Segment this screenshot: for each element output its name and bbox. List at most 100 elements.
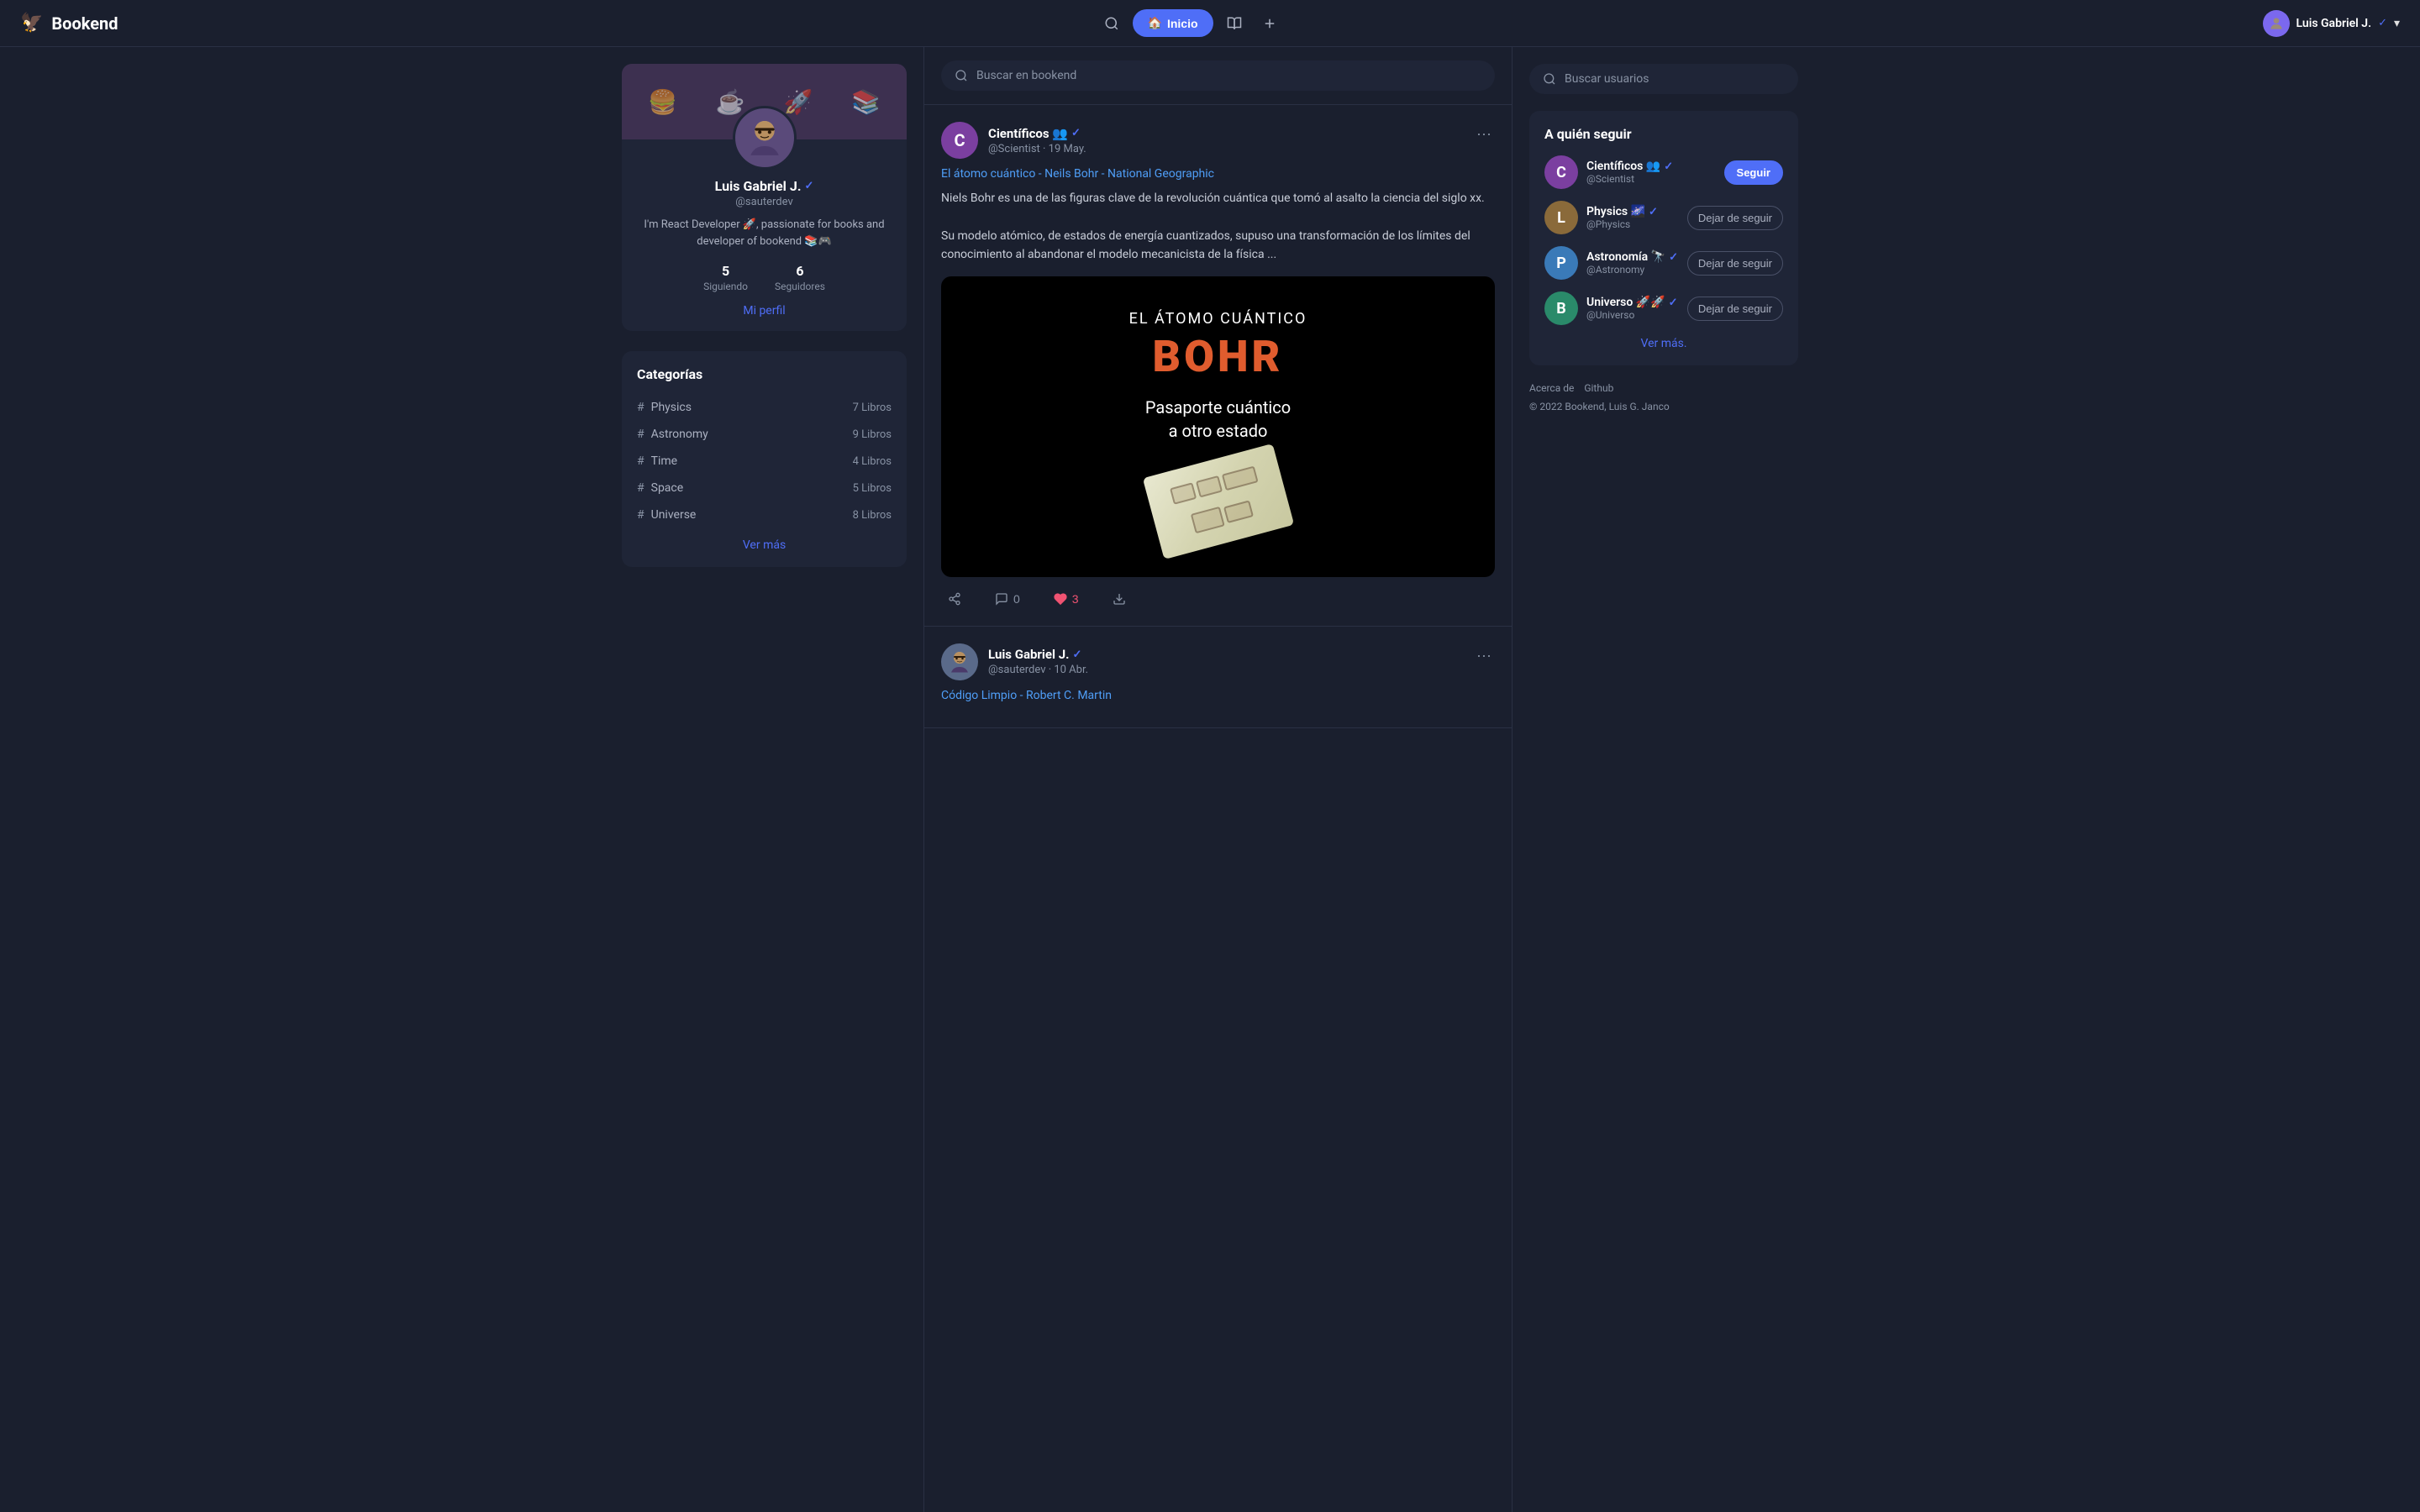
search-nav-button[interactable] — [1097, 9, 1126, 38]
post-verified-1: ✓ — [1071, 127, 1081, 139]
profile-card: 🍔 ☕ 🚀 📚 — [622, 64, 907, 331]
category-physics[interactable]: # Physics 7 Libros — [637, 394, 892, 421]
left-sidebar: 🍔 ☕ 🚀 📚 — [605, 47, 924, 1512]
post-text-1: Niels Bohr es una de las figuras clave d… — [941, 189, 1495, 265]
profile-avatar-wrapper — [733, 106, 797, 170]
category-universe[interactable]: # Universe 8 Libros — [637, 501, 892, 528]
profile-handle: @sauterdev — [635, 196, 893, 208]
follow-item-astronomy: P Astronomía 🔭 ✓ @Astronomy Dejar de seg… — [1544, 246, 1783, 280]
follow-verified-4: ✓ — [1669, 297, 1678, 309]
comment-count-1: 0 — [1013, 592, 1020, 606]
follow-item-universo: B Universo 🚀🚀 ✓ @Universo Dejar de segui… — [1544, 291, 1783, 325]
category-count: 5 Libros — [853, 482, 892, 495]
like-button-1[interactable]: 3 — [1047, 589, 1086, 609]
home-nav-button[interactable]: 🏠 Inicio — [1133, 9, 1213, 37]
feed-search-input-wrapper[interactable]: Buscar en bookend — [941, 60, 1495, 91]
heart-icon — [1054, 592, 1067, 606]
follow-verified-2: ✓ — [1649, 206, 1658, 218]
nav-verified-badge: ✓ — [2378, 17, 2387, 29]
center-feed: Buscar en bookend C Científicos 👥 ✓ @Sci… — [924, 47, 1512, 1512]
right-search-icon — [1543, 72, 1556, 86]
profile-verified-badge: ✓ — [804, 180, 813, 192]
profile-bio: I'm React Developer 🚀, passionate for bo… — [635, 217, 893, 249]
post-avatar-1: C — [941, 122, 978, 159]
library-nav-button[interactable] — [1220, 9, 1249, 38]
add-nav-button[interactable] — [1255, 9, 1284, 38]
category-name: Time — [651, 454, 677, 468]
post-meta-1: @Scientist · 19 May. — [988, 143, 1086, 155]
follow-handle-physics: @Physics — [1586, 218, 1679, 230]
download-button-1[interactable] — [1106, 589, 1133, 609]
post-card-1: C Científicos 👥 ✓ @Scientist · 19 May. ·… — [924, 105, 1512, 627]
following-count: 5 — [703, 263, 748, 279]
post-more-button-2[interactable]: ··· — [1473, 643, 1495, 668]
follow-ver-mas[interactable]: Ver más. — [1544, 337, 1783, 350]
category-name: Astronomy — [651, 428, 708, 441]
unfollow-button-universo[interactable]: Dejar de seguir — [1687, 297, 1783, 321]
follow-avatar-cientificos: C — [1544, 155, 1578, 189]
hash-icon: # — [637, 454, 644, 468]
follow-verified-1: ✓ — [1664, 160, 1673, 173]
user-menu[interactable]: Luis Gabriel J. ✓ ▾ — [2263, 10, 2400, 37]
nav-chevron-icon: ▾ — [2394, 17, 2400, 30]
post-header-1: C Científicos 👥 ✓ @Scientist · 19 May. ·… — [941, 122, 1495, 159]
follow-item-cientificos: C Científicos 👥 ✓ @Scientist Seguir — [1544, 155, 1783, 189]
profile-link[interactable]: Mi perfil — [635, 304, 893, 318]
profile-stats: 5 Siguiendo 6 Seguidores — [635, 263, 893, 292]
post-actions-1: 0 3 — [941, 589, 1495, 609]
hash-icon: # — [637, 508, 644, 522]
category-count: 9 Libros — [853, 428, 892, 441]
follow-name-universo: Universo 🚀🚀 ✓ — [1586, 296, 1679, 309]
followers-stat: 6 Seguidores — [775, 263, 825, 292]
right-sidebar: Buscar usuarios A quién seguir C Científ… — [1512, 47, 1815, 1512]
share-button-1[interactable] — [941, 589, 968, 609]
category-time[interactable]: # Time 4 Libros — [637, 448, 892, 475]
post-link-1[interactable]: El átomo cuántico - Neils Bohr - Nationa… — [941, 167, 1495, 181]
post-author-name-2: Luis Gabriel J. ✓ — [988, 647, 1088, 662]
right-search-bar[interactable]: Buscar usuarios — [1529, 64, 1798, 94]
footer-link-github[interactable]: Github — [1584, 382, 1613, 394]
followers-label: Seguidores — [775, 281, 825, 292]
following-label: Siguiendo — [703, 281, 748, 292]
post-link-2[interactable]: Código Limpio - Robert C. Martin — [941, 689, 1495, 702]
like-count-1: 3 — [1072, 592, 1079, 606]
follow-section: A quién seguir C Científicos 👥 ✓ @Scient… — [1529, 111, 1798, 365]
comment-button-1[interactable]: 0 — [988, 589, 1027, 609]
category-count: 7 Libros — [853, 402, 892, 414]
post-avatar-2 — [941, 643, 978, 680]
app-name: Bookend — [51, 13, 118, 34]
bohr-title-small: EL ÁTOMO CUÁNTICO — [1129, 310, 1307, 328]
right-search-placeholder: Buscar usuarios — [1565, 72, 1649, 86]
hash-icon: # — [637, 401, 644, 414]
top-navigation: 🦅 Bookend 🏠 Inicio Luis Gabriel J. ✓ ▾ — [0, 0, 2420, 47]
category-count: 8 Libros — [853, 509, 892, 522]
follow-avatar-physics: L — [1544, 201, 1578, 234]
footer-copyright: © 2022 Bookend, Luis G. Janco — [1529, 401, 1798, 412]
follow-button-cientificos[interactable]: Seguir — [1724, 160, 1783, 185]
unfollow-button-astronomy[interactable]: Dejar de seguir — [1687, 251, 1783, 276]
post-header-2: Luis Gabriel J. ✓ @sauterdev · 10 Abr. ·… — [941, 643, 1495, 680]
post-more-button-1[interactable]: ··· — [1473, 122, 1495, 146]
post-image-1: EL ÁTOMO CUÁNTICO BOHR Pasaporte cuántic… — [941, 276, 1495, 577]
nav-logo: 🦅 Bookend — [20, 13, 118, 34]
comment-icon — [995, 592, 1008, 606]
feed-search-placeholder: Buscar en bookend — [976, 69, 1076, 82]
category-space[interactable]: # Space 5 Libros — [637, 475, 892, 501]
follow-item-physics: L Physics 🌌 ✓ @Physics Dejar de seguir — [1544, 201, 1783, 234]
category-name: Physics — [651, 401, 692, 414]
categories-section: Categorías # Physics 7 Libros # Astronom… — [622, 351, 907, 567]
footer-links: Acerca de Github — [1529, 382, 1798, 394]
category-astronomy[interactable]: # Astronomy 9 Libros — [637, 421, 892, 448]
category-count: 4 Libros — [853, 455, 892, 468]
profile-banner: 🍔 ☕ 🚀 📚 — [622, 64, 907, 139]
post-card-2: Luis Gabriel J. ✓ @sauterdev · 10 Abr. ·… — [924, 627, 1512, 728]
user-display-name: Luis Gabriel J. — [2296, 17, 2372, 30]
category-name: Space — [651, 481, 684, 495]
footer-link-about[interactable]: Acerca de — [1529, 382, 1574, 394]
categories-ver-mas[interactable]: Ver más — [637, 538, 892, 552]
follow-name-physics: Physics 🌌 ✓ — [1586, 205, 1679, 218]
feed-search-bar: Buscar en bookend — [924, 47, 1512, 105]
unfollow-button-physics[interactable]: Dejar de seguir — [1687, 206, 1783, 230]
profile-avatar — [733, 106, 797, 170]
following-stat: 5 Siguiendo — [703, 263, 748, 292]
